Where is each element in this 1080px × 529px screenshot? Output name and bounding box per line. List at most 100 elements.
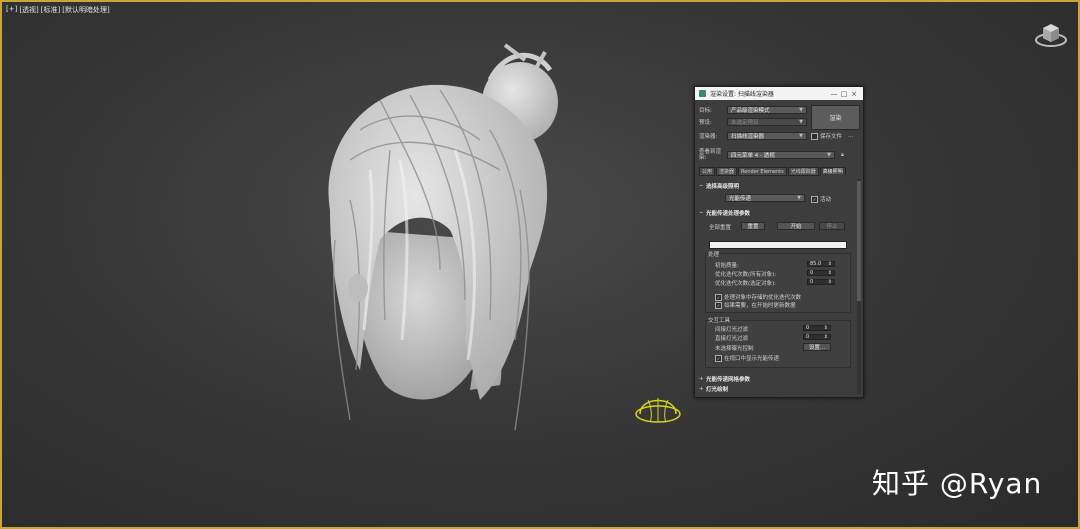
target-label: 目标: [699,108,712,114]
save-file-label: 保存文件 [820,134,843,140]
preset-dropdown[interactable]: 未选定预设 ▼ [727,118,807,126]
checkbox-box: ✓ [715,301,722,309]
renderer-dropdown[interactable]: 扫描线渲染器 ▼ [727,132,807,140]
indirect-filter-spinner[interactable]: 0 ⇕ [803,325,831,331]
interactive-tools-label: 交互工具 [708,318,731,324]
rollout-light-painting[interactable]: + 灯光绘制 [699,385,855,393]
viewport-label[interactable]: [+] [透视] [标准] [默认明暗处理] [6,5,110,15]
render-setup-dialog: 渲染设置: 扫描线渲染器 — □ × 目标: 产品级渲染模式 ▼ 预设: 未选定预… [694,86,864,398]
tab-renderer[interactable]: 渲染器 [716,167,738,176]
start-button[interactable]: 开始 [777,222,815,230]
update-data-checkbox[interactable]: ✓ 如果需要，在开始时更新数据 [715,301,796,309]
process-label: 处理 [708,252,720,258]
minimize-button[interactable]: — [829,90,839,98]
direct-filter-label: 直接灯光过滤 [715,336,749,342]
skylight-gizmo-icon[interactable] [632,388,684,430]
lock-icon[interactable]: 🔒︎ [841,152,844,159]
renderer-value: 扫描线渲染器 [731,134,765,140]
tab-common[interactable]: 公用 [699,167,716,176]
preset-value: 未选定预设 [731,120,759,126]
refine-selected-value: 0 [810,279,814,285]
stored-iterations-label: 处理对象中存储的优化迭代次数 [724,295,802,301]
viewport-menu-standard[interactable]: [标准] [41,5,60,15]
collapse-icon: − [699,183,704,189]
more-options-icon[interactable]: … [848,133,854,139]
active-checkbox[interactable]: ✓ 活动 [811,195,831,203]
spinner-arrows-icon[interactable]: ⇕ [824,334,828,340]
close-button[interactable]: × [849,90,859,98]
rollout-title: 选择高级照明 [706,184,740,190]
checkbox-box: ✓ [715,354,722,362]
display-radiosity-checkbox[interactable]: ✓ 在视口中显示光能传递 [715,354,779,362]
app-icon [699,90,706,97]
save-file-checkbox[interactable]: 保存文件 [811,132,842,140]
watermark: 知乎 @Ryan [872,467,1043,500]
direct-filter-spinner[interactable]: 0 ⇕ [803,334,831,340]
rollout-title: 光能传递处理参数 [706,211,751,217]
spinner-arrows-icon[interactable]: ⇕ [824,325,828,331]
tab-render-elements[interactable]: Render Elements [738,167,787,176]
spinner-arrows-icon[interactable]: ⇕ [828,279,832,285]
viewport-menu-shading[interactable]: [默认明暗处理] [62,5,109,15]
progress-bar [709,241,847,249]
view-dropdown[interactable]: 四元菜单 4 - 透视 ▼ [727,151,835,159]
expand-icon: + [699,386,704,392]
rollout-radiosity-processing[interactable]: − 光能传递处理参数 [699,209,855,217]
tab-advanced-lighting[interactable]: 高级照明 [819,167,846,176]
viewcube-icon[interactable] [1034,20,1068,48]
rollout-select-advanced-lighting[interactable]: − 选择高级照明 [699,182,855,190]
rollout-radiosity-meshing[interactable]: + 光能传递网格参数 [699,375,855,383]
view-value: 四元菜单 4 - 透视 [731,153,775,159]
refine-all-spinner[interactable]: 0 ⇕ [807,270,835,276]
checkbox-box: ✓ [715,293,722,301]
dialog-titlebar[interactable]: 渲染设置: 扫描线渲染器 — □ × [695,87,863,100]
advanced-lighting-value: 光能传递 [729,196,752,202]
setup-button[interactable]: 设置... [803,343,831,351]
active-label: 活动 [820,197,832,203]
indirect-filter-label: 间接灯光过滤 [715,327,749,333]
dialog-scrollbar[interactable] [857,179,861,394]
preset-label: 预设: [699,120,712,126]
direct-filter-value: 0 [806,334,810,340]
refine-all-label: 优化迭代次数(所有对象): [715,272,777,278]
renderer-label: 渲染器: [699,134,718,140]
target-dropdown[interactable]: 产品级渲染模式 ▼ [727,106,807,114]
view-label: 查看到渲染: [699,149,722,161]
collapse-icon: − [699,210,704,216]
target-value: 产品级渲染模式 [731,108,770,114]
refine-selected-spinner[interactable]: 0 ⇕ [807,279,835,285]
rollout-title: 灯光绘制 [706,387,729,393]
chevron-down-icon: ▼ [797,195,801,201]
scrollbar-thumb[interactable] [857,181,861,301]
hair-head-model [328,43,558,431]
refine-all-value: 0 [810,270,814,276]
display-radiosity-label: 在视口中显示光能传递 [724,356,780,362]
refine-selected-label: 优化迭代次数(选定对象): [715,281,777,287]
tab-bar: 公用 渲染器 Render Elements 光线跟踪器 高级照明 [699,167,859,176]
maximize-button[interactable]: □ [839,90,849,98]
reset-button[interactable]: 重置 [741,222,765,230]
checkbox-box: ✓ [811,195,818,203]
stored-iterations-checkbox[interactable]: ✓ 处理对象中存储的优化迭代次数 [715,293,801,301]
expand-icon: + [699,376,704,382]
viewport-menu-plus[interactable]: [+] [6,5,17,15]
initial-quality-spinner[interactable]: 85.0 ⇕ [807,261,835,267]
indirect-filter-value: 0 [806,325,810,331]
render-button[interactable]: 渲染 [811,105,860,130]
exposure-control-label: 未选择曝光控制 [715,346,754,352]
chevron-down-icon: ▼ [799,119,803,125]
reset-all-label[interactable]: 全部重置 [709,223,731,231]
spinner-arrows-icon[interactable]: ⇕ [828,270,832,276]
initial-quality-value: 85.0 [810,261,822,267]
initial-quality-label: 初始质量: [715,263,739,269]
checkbox-box [811,132,818,140]
chevron-down-icon: ▼ [799,107,803,113]
dialog-title: 渲染设置: 扫描线渲染器 [710,91,774,98]
spinner-arrows-icon[interactable]: ⇕ [828,261,832,267]
stop-button[interactable]: 停止 [819,222,845,230]
update-data-label: 如果需要，在开始时更新数据 [724,303,796,309]
tab-raytracer[interactable]: 光线跟踪器 [787,167,819,176]
chevron-down-icon: ▼ [799,133,803,139]
advanced-lighting-dropdown[interactable]: 光能传递 ▼ [725,194,805,202]
viewport-menu-view[interactable]: [透视] [19,5,38,15]
